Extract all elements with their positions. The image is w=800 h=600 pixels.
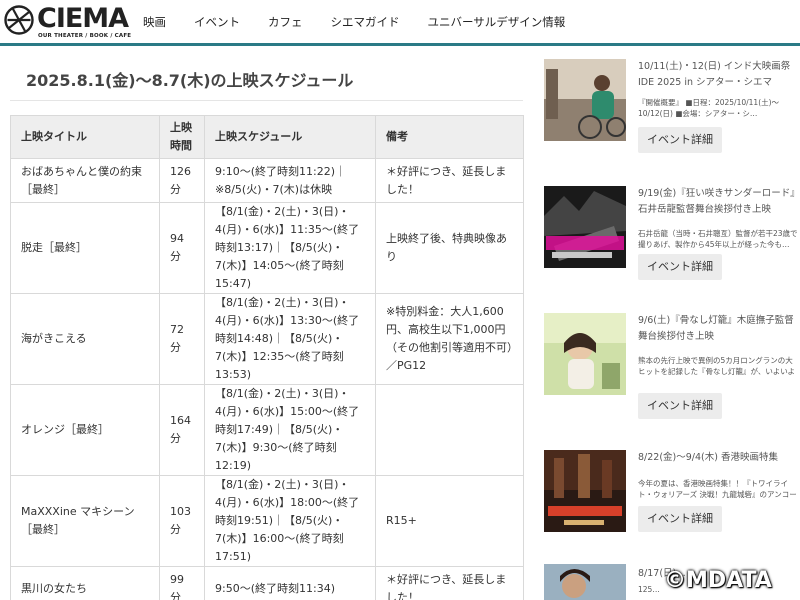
watermark: ©MDATA (664, 568, 772, 593)
movie-note: ＊好評につき、延長しました！ (375, 566, 524, 600)
event-detail-button[interactable]: イベント詳細 (638, 254, 722, 280)
main-nav: 映画 イベント カフェ シエマガイド ユニバーサルデザイン情報 (143, 14, 593, 30)
event-thumbnail-honenashi-toro[interactable] (544, 313, 626, 395)
table-row: 黒川の女たち 99分 9:50〜(終了時刻11:34) ＊好評につき、延長しまし… (10, 566, 524, 600)
table-row: 海がきこえる 72分 【8/1(金)・2(土)・3(日)・4(月)・6(水)】1… (10, 293, 524, 385)
movie-title[interactable]: おばあちゃんと僕の約束［最終］ (10, 158, 160, 203)
movie-note: ※特別料金：大人1,600円、高校生以下1,000円（その他割引等適用不可）／P… (375, 293, 524, 385)
site-header: CIEMA OUR THEATER / BOOK / CAFE 映画 イベント … (0, 0, 800, 46)
movie-duration: 126分 (159, 158, 205, 203)
event-description: 石井岳龍（当時・石井聰亙）監督が若干23歳で撮りあげ、製作から45年以上が経った… (638, 229, 798, 249)
movie-duration: 103分 (159, 475, 205, 567)
event-thumbnail-portrait[interactable] (544, 564, 626, 600)
ciema-logo[interactable]: CIEMA OUR THEATER / BOOK / CAFE (4, 3, 131, 41)
movie-note (375, 384, 524, 476)
movie-title[interactable]: MaXXXine マキシーン［最終］ (10, 475, 160, 567)
nav-item-universal-design[interactable]: ユニバーサルデザイン情報 (428, 14, 566, 30)
movie-duration: 72分 (159, 293, 205, 385)
event-thumbnail-thunder-road[interactable] (544, 186, 626, 268)
nav-item-movies[interactable]: 映画 (143, 14, 166, 30)
event-description: 『開催概要』 ■日程：2025/10/11(土)〜10/12(日) ■会場：シア… (638, 98, 780, 118)
movie-schedule: 【8/1(金)・2(土)・3(日)・4(月)・6(水)】18:00〜(終了時刻1… (204, 475, 376, 567)
event-item: 9/19(金)『狂い咲きサンダーロード』石井岳龍監督舞台挨拶付き上映 石井岳龍（… (544, 186, 800, 286)
event-thumbnail-cyclist[interactable] (544, 59, 626, 141)
movie-schedule: 9:50〜(終了時刻11:34) (204, 566, 376, 600)
table-row: MaXXXine マキシーン［最終］ 103分 【8/1(金)・2(土)・3(日… (10, 475, 524, 567)
header-title: 上映タイトル (10, 115, 160, 159)
header-schedule: 上映スケジュール (204, 115, 376, 159)
movie-note: ＊好評につき、延長しました！ (375, 158, 524, 203)
logo-subtitle: OUR THEATER / BOOK / CAFE (38, 33, 132, 39)
event-description: 今年の夏は、香港映画特集！！『トワイライト・ウォリアーズ 決戦！九龍城砦』のアン… (638, 479, 797, 499)
event-thumbnail-twilight-warriors[interactable] (544, 450, 626, 532)
movie-duration: 99分 (159, 566, 205, 600)
event-detail-button[interactable]: イベント詳細 (638, 127, 722, 153)
movie-schedule: 【8/1(金)・2(土)・3(日)・4(月)・6(水)】11:35〜(終了時刻1… (204, 202, 376, 294)
event-title[interactable]: 8/22(金)〜9/4(木) 香港映画特集 (638, 450, 800, 466)
event-item: 9/6(土)『骨なし灯籠』木庭撫子監督舞台挨拶付き上映 熊本の先行上映で異例の5… (544, 313, 800, 423)
table-header-row: 上映タイトル 上映時間 上映スケジュール 備考 (10, 115, 524, 159)
movie-duration: 164分 (159, 384, 205, 476)
movie-schedule: 9:10〜(終了時刻11:22)｜※8/5(火)・7(木)は休映 (204, 158, 376, 203)
title-divider (10, 100, 523, 101)
schedule-table: 上映タイトル 上映時間 上映スケジュール 備考 おばあちゃんと僕の約束［最終］ … (10, 115, 524, 600)
event-item: 10/11(土)・12(日) インド大映画祭 IDE 2025 in シアター・… (544, 59, 800, 159)
nav-item-events[interactable]: イベント (194, 14, 240, 30)
movie-title[interactable]: 海がきこえる (10, 293, 160, 385)
event-detail-button[interactable]: イベント詳細 (638, 393, 722, 419)
nav-item-cafe[interactable]: カフェ (268, 14, 303, 30)
event-title[interactable]: 10/11(土)・12(日) インド大映画祭 IDE 2025 in シアター・… (638, 59, 800, 91)
table-row: 脱走［最終］ 94分 【8/1(金)・2(土)・3(日)・4(月)・6(水)】1… (10, 202, 524, 294)
nav-item-guide[interactable]: シエマガイド (331, 14, 400, 30)
header-note: 備考 (375, 115, 524, 159)
event-detail-button[interactable]: イベント詳細 (638, 506, 722, 532)
movie-schedule: 【8/1(金)・2(土)・3(日)・4(月)・6(水)】15:00〜(終了時刻1… (204, 384, 376, 476)
movie-schedule: 【8/1(金)・2(土)・3(日)・4(月)・6(水)】13:30〜(終了時刻1… (204, 293, 376, 385)
event-title[interactable]: 9/19(金)『狂い咲きサンダーロード』石井岳龍監督舞台挨拶付き上映 (638, 186, 800, 218)
movie-note: R15+ (375, 475, 524, 567)
movie-title[interactable]: 脱走［最終］ (10, 202, 160, 294)
event-title[interactable]: 9/6(土)『骨なし灯籠』木庭撫子監督舞台挨拶付き上映 (638, 313, 800, 345)
movie-note: 上映終了後、特典映像あり (375, 202, 524, 294)
table-row: おばあちゃんと僕の約束［最終］ 126分 9:10〜(終了時刻11:22)｜※8… (10, 158, 524, 203)
film-reel-icon (4, 5, 34, 35)
table-row: オレンジ［最終］ 164分 【8/1(金)・2(土)・3(日)・4(月)・6(水… (10, 384, 524, 476)
movie-title[interactable]: オレンジ［最終］ (10, 384, 160, 476)
movie-title[interactable]: 黒川の女たち (10, 566, 160, 600)
logo-text: CIEMA (37, 3, 129, 34)
movie-duration: 94分 (159, 202, 205, 294)
header-duration: 上映時間 (159, 115, 205, 159)
page-title: 2025.8.1(金)〜8.7(木)の上映スケジュール (26, 71, 354, 90)
event-item: 8/22(金)〜9/4(木) 香港映画特集 今年の夏は、香港映画特集！！『トワイ… (544, 450, 800, 540)
event-description: 熊本の先行上映で異例の5カ月ロングランの大ヒットを記録した『骨なし灯籠』が、いよ… (638, 356, 796, 376)
